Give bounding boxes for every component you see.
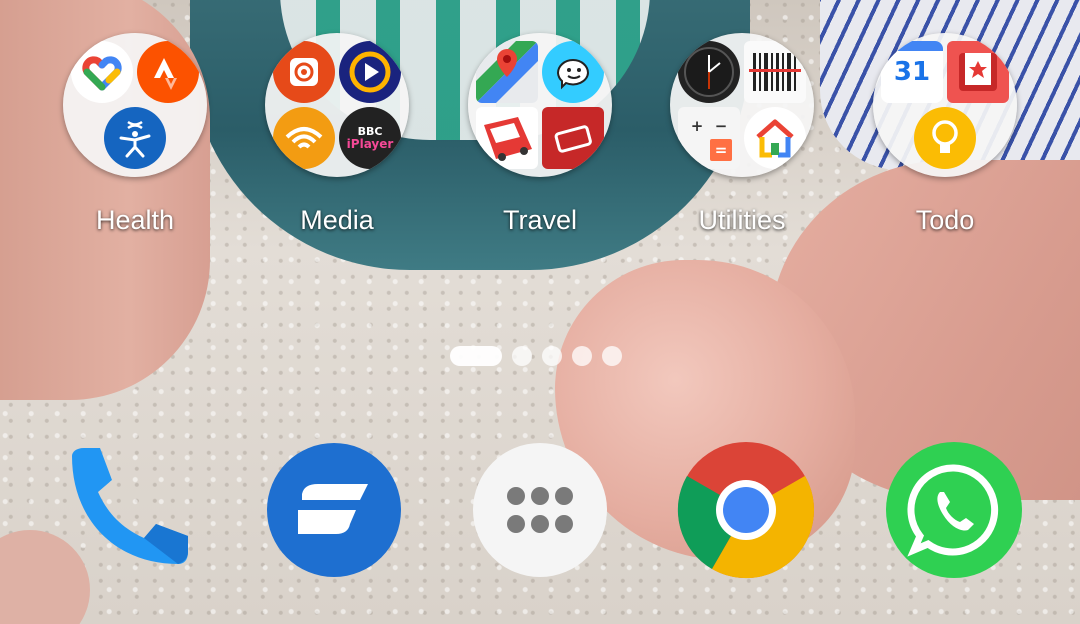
folder-todo[interactable]: 31 Todo [870, 33, 1020, 236]
folder-label: Health [95, 205, 175, 235]
folder-health-preview[interactable] [63, 33, 207, 177]
page-dot[interactable] [512, 346, 532, 366]
page-dot-current[interactable] [450, 346, 502, 366]
clock-icon [678, 41, 740, 103]
google-keep-icon [914, 107, 976, 169]
page-dot[interactable] [542, 346, 562, 366]
calendar-day: 31 [893, 57, 931, 87]
ticket-app-icon [542, 107, 604, 169]
whatsapp-icon [886, 442, 1022, 578]
folder-media-preview[interactable]: BBC iPlayer [265, 33, 409, 177]
podcast-addict-icon [273, 41, 335, 103]
folder-label: Media [300, 205, 374, 235]
calculator-icon: + − = [678, 107, 740, 169]
stream-app[interactable] [264, 440, 404, 580]
page-indicator [450, 345, 622, 367]
pocket-icon [947, 41, 1009, 103]
folder-label: Todo [915, 205, 975, 235]
player-fm-icon [339, 41, 401, 103]
folder-label: Travel [502, 205, 577, 235]
chrome-icon [677, 442, 815, 579]
page-dot[interactable] [572, 346, 592, 366]
app-drawer-button[interactable] [470, 440, 610, 580]
folder-travel[interactable]: Travel [465, 33, 615, 236]
google-home-icon [744, 107, 806, 169]
folder-utilities[interactable]: + − = Utilities [667, 33, 817, 236]
under-armour-icon [104, 107, 166, 169]
folder-utilities-preview[interactable]: + − = [670, 33, 814, 177]
page-dot[interactable] [602, 346, 622, 366]
iplayer-label: iPlayer [346, 137, 394, 151]
google-fit-icon [71, 41, 133, 103]
whatsapp-app[interactable] [884, 440, 1024, 580]
stream-app-icon [267, 443, 401, 577]
strava-icon [137, 41, 199, 103]
folder-media[interactable]: BBC iPlayer Media [262, 33, 412, 236]
bus-app-icon [476, 107, 538, 169]
calc-equals-key: = [710, 139, 732, 161]
google-calendar-icon: 31 [881, 41, 943, 103]
phone-icon [72, 448, 188, 564]
app-drawer-icon [473, 443, 607, 577]
calc-minus-key: − [714, 117, 728, 135]
folder-label: Utilities [698, 205, 786, 235]
waze-icon [542, 41, 604, 103]
folder-todo-preview[interactable]: 31 [873, 33, 1017, 177]
barcode-scanner-icon [744, 41, 806, 103]
folder-health[interactable]: Health [60, 33, 210, 236]
bbc-iplayer-icon: BBC iPlayer [339, 107, 401, 169]
phone-app[interactable] [56, 440, 196, 580]
calc-plus-key: + [690, 117, 704, 135]
chrome-app[interactable] [676, 440, 816, 580]
audible-icon [273, 107, 335, 169]
google-maps-icon [476, 41, 538, 103]
folder-travel-preview[interactable] [468, 33, 612, 177]
